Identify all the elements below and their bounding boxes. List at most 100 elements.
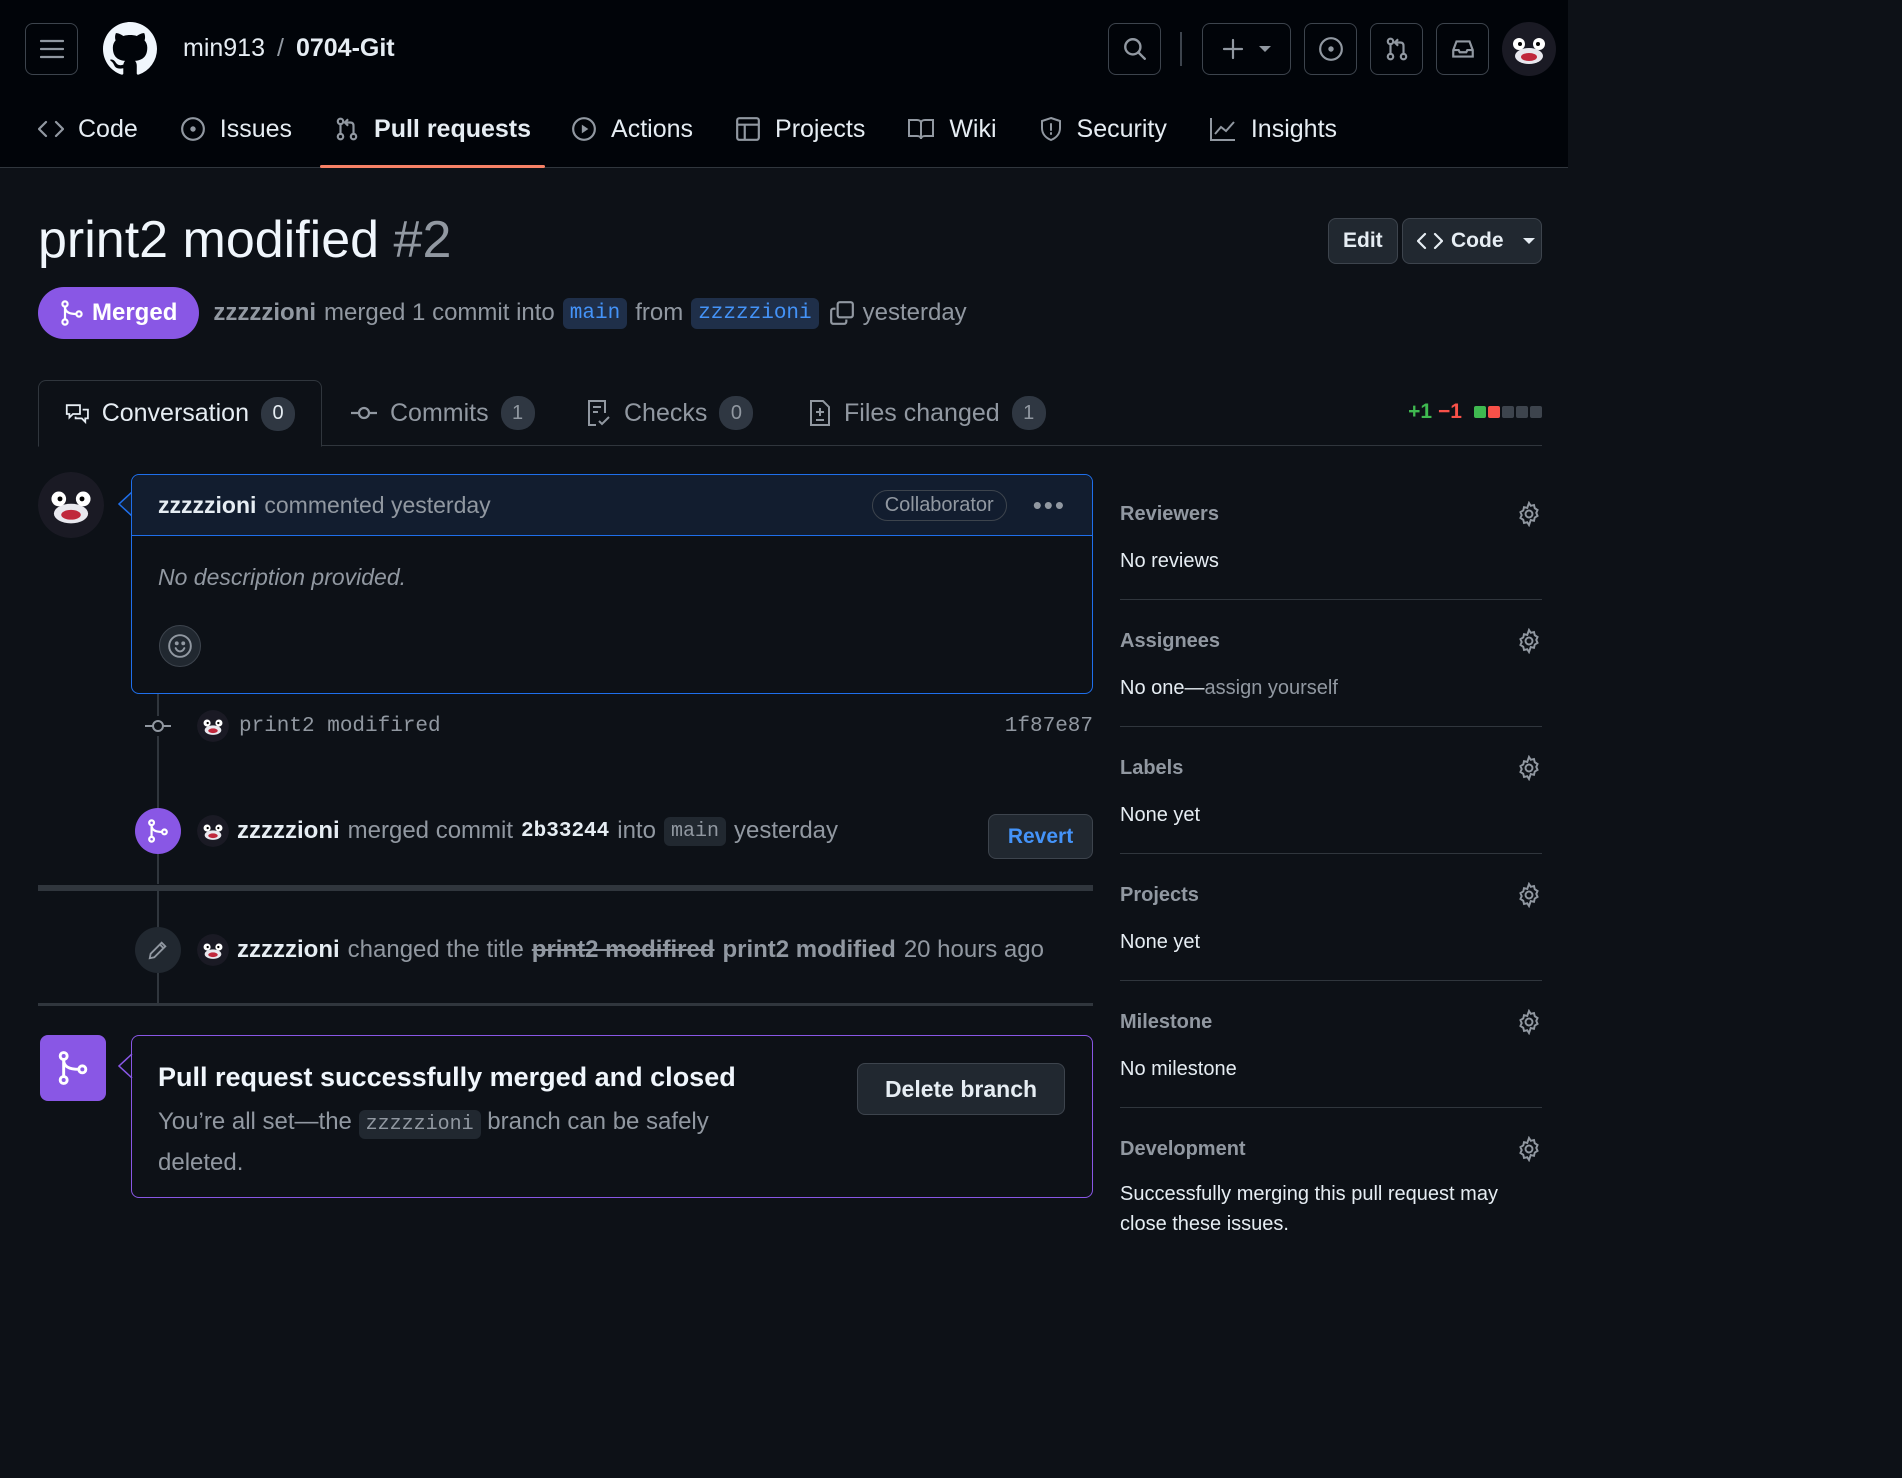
sidebar-heading: Development [1120, 1138, 1246, 1160]
revert-button[interactable]: Revert [988, 814, 1093, 859]
commit-sha[interactable]: 1f87e87 [1005, 715, 1093, 738]
menu-button[interactable] [25, 23, 78, 75]
tab-label: Files changed [844, 398, 1000, 427]
kebab-menu-icon[interactable]: ••• [1033, 490, 1066, 521]
gear-icon[interactable] [1516, 1009, 1542, 1035]
merged-branch: zzzzzioni [358, 1110, 481, 1139]
rename-user[interactable]: zzzzzioni [237, 936, 340, 964]
gear-icon[interactable] [1516, 755, 1542, 781]
search-button[interactable] [1108, 23, 1161, 75]
pr-number: #2 [393, 211, 452, 269]
tab-pull-requests[interactable]: Pull requests [320, 106, 546, 168]
timeline-break [38, 885, 1093, 891]
git-merge-icon [148, 819, 168, 843]
commit-author-avatar[interactable] [197, 710, 229, 742]
gear-icon[interactable] [1516, 628, 1542, 654]
tab-security[interactable]: Security [1025, 106, 1181, 152]
base-branch[interactable]: main [562, 297, 628, 329]
assign-yourself-link[interactable]: assign yourself [1205, 677, 1338, 699]
caret-down-icon [1258, 46, 1271, 52]
sidebar-heading: Reviewers [1120, 503, 1219, 525]
tab-conversation[interactable]: Conversation 0 [38, 380, 322, 447]
tab-label: Code [78, 114, 138, 143]
caret-down-icon [1522, 238, 1535, 244]
comment-discussion-icon [65, 403, 89, 424]
user-avatar[interactable] [1502, 22, 1556, 76]
tab-label: Checks [624, 398, 708, 427]
timeline-commit: print2 modifired 1f87e87 [143, 704, 1093, 748]
tab-label: Security [1076, 114, 1167, 143]
pr-title-text: print2 modified [38, 211, 380, 269]
gear-icon[interactable] [1516, 501, 1542, 527]
repo-link[interactable]: 0704-Git [296, 34, 395, 63]
add-reaction-button[interactable] [159, 625, 201, 667]
sidebar-value: No milestone [1120, 1058, 1237, 1080]
copy-icon[interactable] [829, 300, 855, 326]
from-text: from [635, 299, 684, 326]
tab-checks[interactable]: Checks 0 [560, 380, 779, 446]
sidebar-reviewers: Reviewers No reviews [1120, 473, 1542, 600]
commit-message[interactable]: print2 modifired [239, 715, 441, 738]
code-dropdown-button[interactable]: Code [1402, 218, 1542, 264]
gear-icon[interactable] [1516, 882, 1542, 908]
tab-code[interactable]: Code [38, 106, 152, 152]
git-pull-request-icon [336, 117, 358, 141]
head-branch[interactable]: zzzzzioni [691, 297, 819, 329]
delete-branch-button[interactable]: Delete branch [857, 1063, 1065, 1115]
pull-requests-button[interactable] [1370, 23, 1423, 75]
tab-insights[interactable]: Insights [1195, 106, 1351, 152]
hamburger-icon [39, 39, 64, 59]
sidebar-labels: Labels None yet [1120, 727, 1542, 854]
github-logo-icon[interactable] [103, 22, 157, 76]
tab-count: 1 [1011, 396, 1046, 430]
tab-actions[interactable]: Actions [557, 106, 707, 152]
assignees-value: No one— [1120, 677, 1205, 699]
sidebar-value: None yet [1120, 804, 1201, 826]
merge-commit-sha[interactable]: 2b33244 [521, 820, 609, 843]
sidebar-heading: Assignees [1120, 630, 1221, 652]
edit-button[interactable]: Edit [1328, 218, 1398, 264]
new-title: print2 modified [722, 936, 896, 963]
tab-wiki[interactable]: Wiki [893, 106, 1010, 152]
tab-label: Issues [219, 114, 293, 143]
gear-icon[interactable] [1516, 1136, 1542, 1162]
git-pull-request-icon [1386, 37, 1407, 61]
diff-added: +1 [1408, 400, 1433, 423]
diff-squares [1472, 406, 1542, 418]
author-link[interactable]: zzzzzioni [213, 299, 316, 327]
merged-message: You’re all set—the zzzzzioni branch can … [158, 1103, 758, 1182]
timeline-break [38, 1003, 1093, 1006]
tab-issues[interactable]: Issues [166, 106, 306, 152]
tab-projects[interactable]: Projects [721, 106, 879, 152]
merge-user[interactable]: zzzzzioni [237, 817, 340, 845]
comment-box: zzzzzioni commented yesterday Collaborat… [131, 474, 1093, 694]
breadcrumb-separator: / [277, 34, 284, 62]
comment-action: commented yesterday [264, 491, 491, 518]
comment-author[interactable]: zzzzzioni [158, 492, 256, 519]
git-merge-icon [58, 1051, 88, 1085]
table-icon [736, 117, 760, 141]
git-merge-icon [61, 300, 83, 326]
inbox-button[interactable] [1436, 23, 1489, 75]
tab-files-changed[interactable]: Files changed 1 [782, 380, 1072, 446]
issues-button[interactable] [1304, 23, 1357, 75]
sidebar-heading: Milestone [1120, 1011, 1213, 1033]
code-icon [1417, 232, 1443, 250]
timeline-merge-event: zzzzzioni merged commit 2b33244 into mai… [135, 808, 838, 854]
merge-user-avatar[interactable] [197, 815, 229, 847]
tab-count: 1 [500, 396, 535, 430]
tab-label: Actions [611, 114, 694, 143]
rename-user-avatar[interactable] [197, 934, 229, 966]
owner-link[interactable]: min913 [183, 34, 265, 63]
tab-count: 0 [261, 396, 295, 431]
play-icon [572, 117, 596, 141]
issue-opened-icon [180, 117, 205, 141]
sidebar-value: None yet [1120, 931, 1201, 953]
pencil-icon [148, 941, 167, 960]
comment-author-avatar[interactable] [38, 472, 104, 538]
tab-commits[interactable]: Commits 1 [324, 380, 561, 446]
create-new-button[interactable] [1202, 23, 1291, 75]
merge-branch[interactable]: main [663, 816, 726, 846]
pr-time: yesterday [862, 299, 967, 326]
graph-icon [1209, 118, 1235, 141]
